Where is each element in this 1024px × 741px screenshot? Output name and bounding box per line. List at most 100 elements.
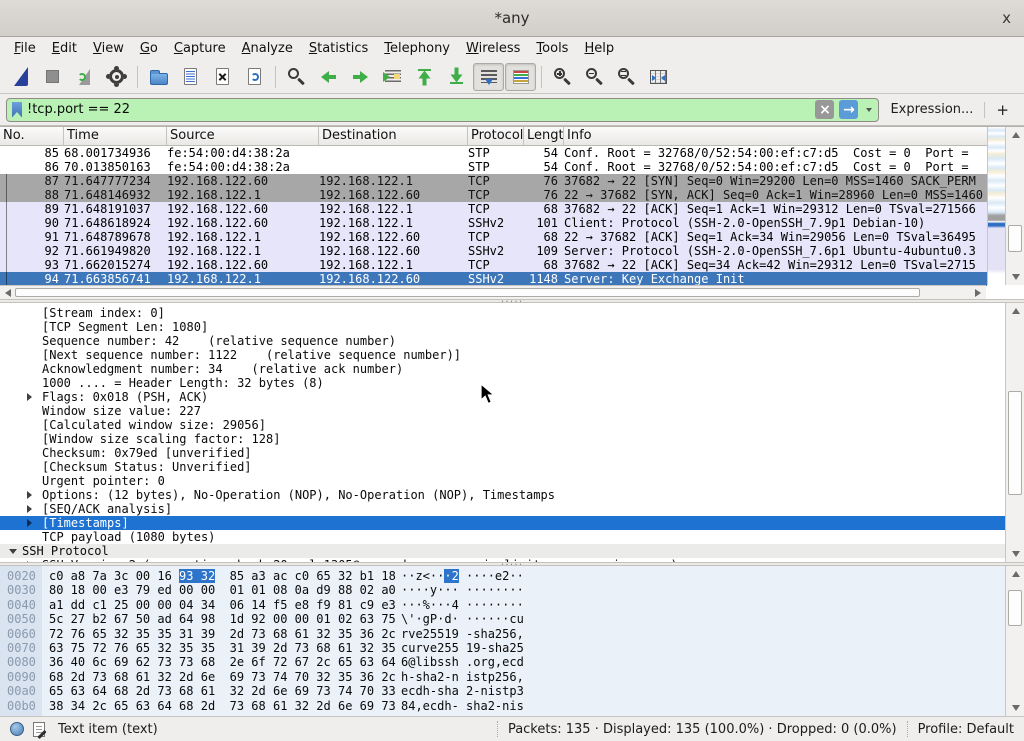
packet-row[interactable]: 8871.648146932192.168.122.1192.168.122.6…: [0, 188, 987, 202]
hex-ascii[interactable]: h-sha2-n istp256,: [401, 670, 524, 684]
hex-ascii[interactable]: curve255 19-sha25: [401, 641, 524, 655]
expression-button[interactable]: Expression...: [883, 102, 980, 117]
scroll-thumb[interactable]: [1008, 225, 1022, 252]
hex-ascii[interactable]: ···%···4 ········: [401, 598, 524, 612]
column-header-protocol[interactable]: Protocol: [468, 127, 524, 145]
packet-row[interactable]: 9171.648789678192.168.122.1192.168.122.6…: [0, 230, 987, 244]
hex-bytes[interactable]: 38 34 2c 65 63 64 68 2d 73 68 61 32 2d 6…: [42, 699, 401, 713]
hex-row[interactable]: 00a065 63 64 68 2d 73 68 61 32 2d 6e 69 …: [0, 684, 1024, 698]
menu-edit[interactable]: Edit: [44, 40, 85, 57]
detail-line[interactable]: [Next sequence number: 1122 (relative se…: [0, 348, 1005, 362]
detail-line[interactable]: [Calculated window size: 29056]: [0, 418, 1005, 432]
hex-row[interactable]: 003080 18 00 e3 79 ed 00 00 01 01 08 0a …: [0, 583, 1024, 597]
detail-line[interactable]: Acknowledgment number: 34 (relative ack …: [0, 362, 1005, 376]
scroll-thumb[interactable]: [15, 288, 920, 297]
display-filter-box[interactable]: × →: [6, 98, 879, 122]
hex-ascii[interactable]: ··z<···2 ····e2··: [401, 569, 524, 583]
detail-line[interactable]: Sequence number: 42 (relative sequence n…: [0, 334, 1005, 348]
clear-filter-button[interactable]: ×: [815, 100, 834, 119]
scroll-thumb[interactable]: [1008, 590, 1022, 626]
packet-row[interactable]: 9271.661949820192.168.122.1192.168.122.6…: [0, 244, 987, 258]
apply-filter-button[interactable]: →: [839, 100, 858, 119]
expander-closed-icon[interactable]: [27, 519, 32, 527]
hex-row[interactable]: 0020c0 a8 7a 3c 00 16 93 32 85 a3 ac c0 …: [0, 569, 1024, 583]
menu-telephony[interactable]: Telephony: [376, 40, 458, 57]
bookmark-icon[interactable]: [12, 102, 22, 118]
intelligent-scrollbar-minimap[interactable]: [987, 127, 1005, 285]
column-header-source[interactable]: Source: [167, 127, 319, 145]
expander-closed-icon[interactable]: [27, 491, 32, 499]
stop-capture-button[interactable]: [37, 63, 68, 91]
zoom-out-button[interactable]: [579, 63, 610, 91]
restart-capture-button[interactable]: [69, 63, 100, 91]
scroll-up-arrow[interactable]: [1006, 128, 1024, 142]
hex-bytes[interactable]: 65 63 64 68 2d 73 68 61 32 2d 6e 69 73 7…: [42, 684, 401, 698]
hex-ascii[interactable]: 6@libssh .org,ecd: [401, 655, 524, 669]
find-packet-button[interactable]: [281, 63, 312, 91]
packet-row[interactable]: 8971.648191037192.168.122.60192.168.122.…: [0, 202, 987, 216]
detail-line[interactable]: Window size value: 227: [0, 404, 1005, 418]
expander-closed-icon[interactable]: [27, 505, 32, 513]
menu-go[interactable]: Go: [132, 40, 166, 57]
go-to-packet-button[interactable]: [377, 63, 408, 91]
column-header-no[interactable]: No.: [0, 127, 64, 145]
detail-line[interactable]: [Stream index: 0]: [0, 306, 1005, 320]
hex-row[interactable]: 0040a1 dd c1 25 00 00 04 34 06 14 f5 e8 …: [0, 598, 1024, 612]
hex-ascii[interactable]: ····y··· ········: [401, 583, 524, 597]
hex-vscrollbar[interactable]: [1005, 566, 1024, 716]
hex-ascii[interactable]: ecdh-sha 2-nistp3: [401, 684, 524, 698]
save-file-button[interactable]: [175, 63, 206, 91]
detail-vscrollbar[interactable]: [1005, 303, 1024, 562]
scroll-thumb[interactable]: [1008, 391, 1022, 495]
reload-file-button[interactable]: [239, 63, 270, 91]
profile-label[interactable]: Profile: Default: [918, 722, 1014, 737]
hex-row[interactable]: 008036 40 6c 69 62 73 73 68 2e 6f 72 67 …: [0, 655, 1024, 669]
zoom-in-button[interactable]: [547, 63, 578, 91]
auto-scroll-toggle[interactable]: [473, 63, 504, 91]
menu-help[interactable]: Help: [576, 40, 622, 57]
detail-line[interactable]: TCP payload (1080 bytes): [0, 530, 1005, 544]
detail-line[interactable]: [Timestamps]: [0, 516, 1005, 530]
open-file-button[interactable]: [143, 63, 174, 91]
close-button[interactable]: x: [1002, 0, 1011, 36]
go-previous-packet-button[interactable]: [313, 63, 344, 91]
column-header-time[interactable]: Time: [64, 127, 167, 145]
column-header-destination[interactable]: Destination: [319, 127, 468, 145]
menu-tools[interactable]: Tools: [528, 40, 576, 57]
hex-row[interactable]: 00505c 27 b2 67 50 ad 64 98 1d 92 00 00 …: [0, 612, 1024, 626]
packet-list-vscrollbar[interactable]: [1005, 127, 1024, 285]
expert-info-icon[interactable]: [10, 722, 24, 736]
menu-view[interactable]: View: [85, 40, 132, 57]
detail-line[interactable]: Urgent pointer: 0: [0, 474, 1005, 488]
detail-line[interactable]: Checksum: 0x79ed [unverified]: [0, 446, 1005, 460]
scroll-up-arrow[interactable]: [1006, 567, 1024, 581]
scroll-left-arrow[interactable]: [1, 286, 15, 299]
hex-ascii[interactable]: 84,ecdh- sha2-nis: [401, 699, 524, 713]
hex-ascii[interactable]: rve25519 -sha256,: [401, 627, 524, 641]
detail-line[interactable]: 1000 .... = Header Length: 32 bytes (8): [0, 376, 1005, 390]
detail-line[interactable]: [Checksum Status: Unverified]: [0, 460, 1005, 474]
scroll-down-arrow[interactable]: [1006, 547, 1024, 561]
go-last-packet-button[interactable]: [441, 63, 472, 91]
add-filter-button[interactable]: +: [989, 101, 1018, 119]
go-first-packet-button[interactable]: [409, 63, 440, 91]
hex-bytes[interactable]: 68 2d 73 68 61 32 2d 6e 69 73 74 70 32 3…: [42, 670, 401, 684]
packet-row[interactable]: 9371.662015274192.168.122.60192.168.122.…: [0, 258, 987, 272]
hex-row[interactable]: 009068 2d 73 68 61 32 2d 6e 69 73 74 70 …: [0, 670, 1024, 684]
column-header-length[interactable]: Length: [524, 127, 564, 145]
hex-bytes[interactable]: a1 dd c1 25 00 00 04 34 06 14 f5 e8 f9 8…: [42, 598, 401, 612]
colorize-toggle[interactable]: [505, 63, 536, 91]
packet-row[interactable]: 8670.013850163fe:54:00:d4:38:2aSTP54Conf…: [0, 160, 987, 174]
hex-bytes[interactable]: 72 76 65 32 35 35 31 39 2d 73 68 61 32 3…: [42, 627, 401, 641]
zoom-reset-button[interactable]: [611, 63, 642, 91]
detail-line[interactable]: [SEQ/ACK analysis]: [0, 502, 1005, 516]
hex-selected-bytes[interactable]: 93 32: [179, 569, 215, 583]
menu-file[interactable]: File: [6, 40, 44, 57]
scroll-right-arrow[interactable]: [971, 286, 985, 299]
close-file-button[interactable]: [207, 63, 238, 91]
hex-bytes[interactable]: 36 40 6c 69 62 73 73 68 2e 6f 72 67 2c 6…: [42, 655, 401, 669]
menu-statistics[interactable]: Statistics: [301, 40, 376, 57]
filter-dropdown-caret[interactable]: [866, 108, 872, 112]
expander-open-icon[interactable]: [9, 549, 17, 554]
display-filter-input[interactable]: [27, 102, 810, 117]
